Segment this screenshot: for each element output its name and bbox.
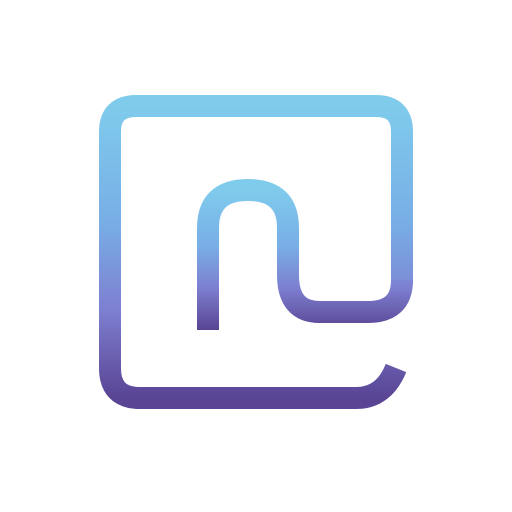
icon-canvas: [0, 0, 512, 512]
logo-inner-curve: [197, 179, 413, 330]
logo-frame-outline: [99, 95, 413, 409]
app-logo-icon: [99, 95, 413, 409]
